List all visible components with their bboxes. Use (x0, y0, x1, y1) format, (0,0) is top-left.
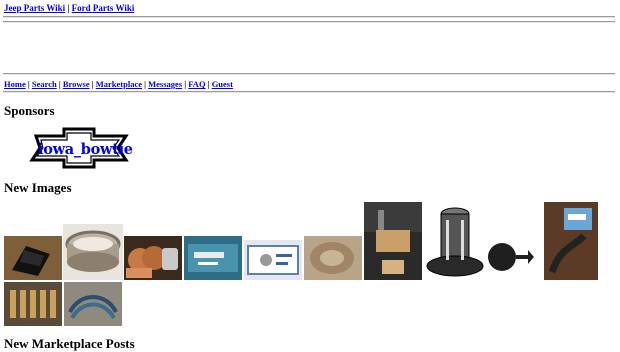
thumbnail-image[interactable] (544, 202, 598, 280)
sponsor-logo-iowa-bowtie[interactable]: iowa_bowtie (26, 127, 133, 169)
thumbnail-image[interactable] (424, 202, 486, 280)
thumbnail-image[interactable] (4, 282, 62, 326)
link-jeep-parts-wiki[interactable]: Jeep Parts Wiki (4, 3, 65, 13)
nav-home[interactable]: Home (4, 79, 26, 89)
new-images-heading: New Images (4, 180, 72, 195)
divider (3, 91, 615, 93)
nav-guest[interactable]: Guest (212, 79, 233, 89)
nav-faq[interactable]: FAQ (188, 79, 205, 89)
link-ford-parts-wiki[interactable]: Ford Parts Wiki (72, 3, 135, 13)
main-nav: Home | Search | Browse | Marketplace | M… (4, 79, 233, 89)
thumbnail-image[interactable] (364, 202, 422, 280)
divider (3, 21, 615, 23)
thumbnail-image[interactable] (184, 236, 242, 280)
marketplace-heading: New Marketplace Posts (4, 336, 135, 351)
nav-search[interactable]: Search (32, 79, 57, 89)
thumbnail-image[interactable] (64, 282, 122, 326)
nav-browse[interactable]: Browse (63, 79, 90, 89)
nav-marketplace[interactable]: Marketplace (96, 79, 142, 89)
sponsors-heading: Sponsors (4, 103, 55, 118)
sponsor-logo-text: iowa_bowtie (38, 141, 133, 158)
thumbnail-image[interactable] (304, 236, 362, 280)
top-links: Jeep Parts Wiki | Ford Parts Wiki (4, 3, 134, 13)
nav-messages[interactable]: Messages (148, 79, 182, 89)
thumbnail-image[interactable] (4, 236, 62, 280)
divider (3, 16, 615, 18)
thumbnail-image[interactable] (486, 236, 544, 280)
thumbnail-image[interactable] (124, 236, 182, 280)
thumbnail-image[interactable] (244, 240, 302, 280)
thumbnail-image[interactable] (63, 224, 123, 280)
divider (3, 73, 615, 75)
